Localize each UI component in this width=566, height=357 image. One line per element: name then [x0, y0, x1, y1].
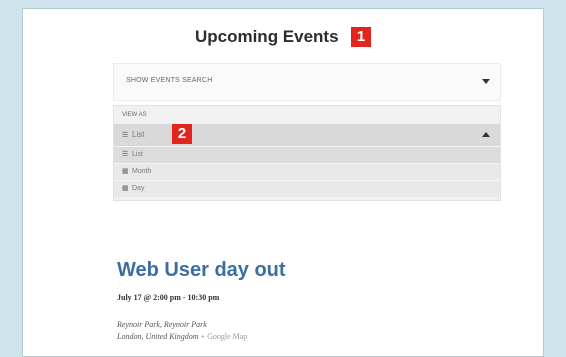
venue-line-1: Reynoir Park, Reynoir Park — [117, 320, 207, 329]
page-title: Upcoming Events — [194, 27, 339, 46]
heading-row: Upcoming Events 1 — [23, 27, 543, 47]
view-option-label: List — [132, 151, 143, 158]
callout-badge-2: 2 — [172, 124, 192, 144]
venue-city: London, United Kingdom — [117, 332, 199, 341]
list-icon: ☰ — [122, 132, 129, 139]
view-option-label: Month — [132, 168, 152, 175]
search-toggle-label: SHOW EVENTS SEARCH — [126, 77, 213, 84]
view-option-month[interactable]: ▦ Month — [114, 163, 500, 180]
view-as-selected: ☰ List — [122, 130, 144, 139]
view-as-panel: VIEW AS ☰ List 2 ☰ List ▦ Month ▦ Day — [113, 105, 501, 201]
view-option-list[interactable]: ☰ List — [114, 146, 500, 163]
calendar-icon: ▦ — [122, 168, 129, 175]
event-title-link[interactable]: Web User day out — [117, 259, 286, 282]
chevron-up-icon — [482, 132, 490, 137]
view-option-day[interactable]: ▦ Day — [114, 180, 500, 197]
view-option-label: Day — [132, 185, 145, 192]
events-page: Upcoming Events 1 SHOW EVENTS SEARCH VIE… — [22, 8, 544, 357]
view-as-label: VIEW AS — [122, 112, 147, 118]
view-as-selected-label: List — [132, 130, 145, 139]
event-time: July 17 @ 2:00 pm - 10:30 pm — [117, 293, 220, 302]
google-map-link[interactable]: + Google Map — [201, 332, 248, 341]
list-icon: ☰ — [122, 151, 129, 158]
chevron-down-icon — [482, 79, 490, 84]
event-venue: Reynoir Park, Reynoir Park London, Unite… — [117, 319, 247, 343]
calendar-day-icon: ▦ — [122, 185, 129, 192]
view-as-dropdown: ☰ List ▦ Month ▦ Day — [114, 146, 500, 197]
callout-badge-1: 1 — [351, 27, 372, 47]
events-search-toggle[interactable]: SHOW EVENTS SEARCH — [113, 63, 501, 101]
venue-line-2: London, United Kingdom + Google Map — [117, 331, 247, 343]
